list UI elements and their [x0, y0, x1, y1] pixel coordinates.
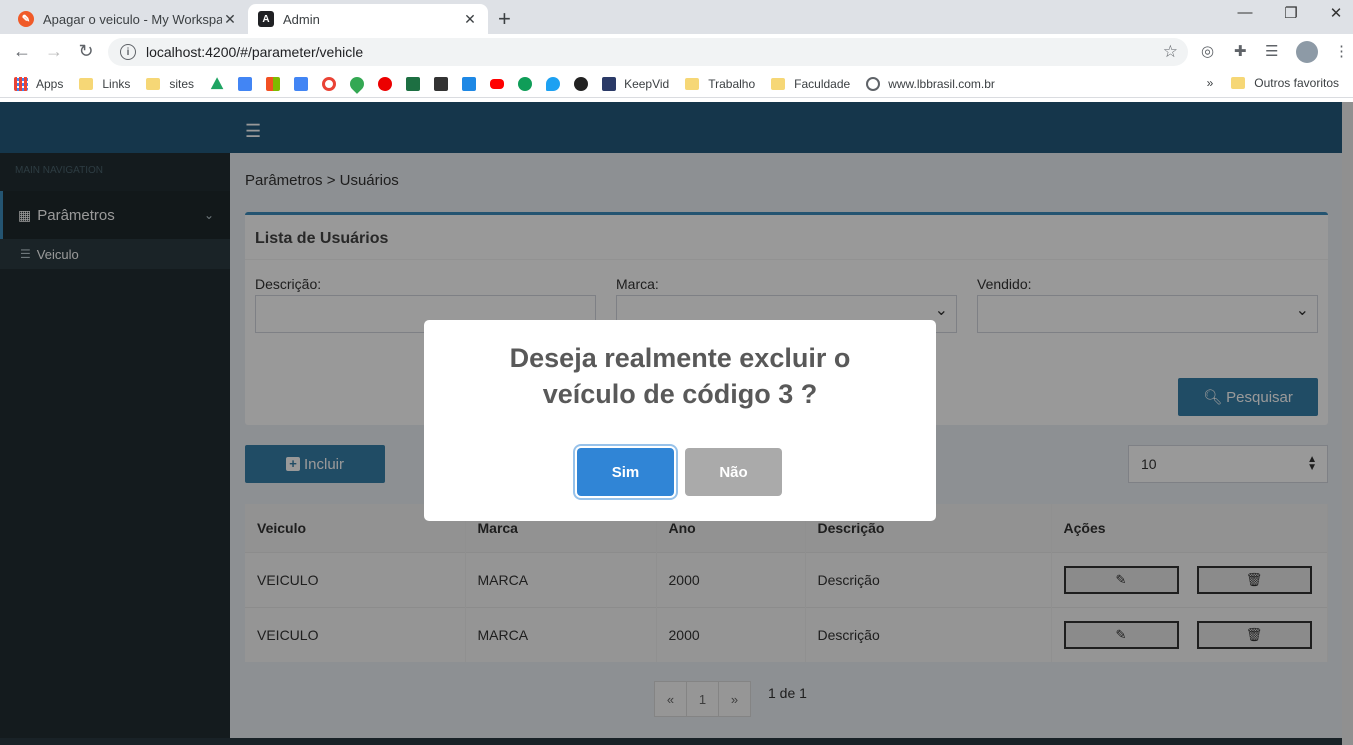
angular-icon: A [258, 11, 274, 27]
bookmark-star-icon[interactable]: ☆ [1163, 42, 1178, 62]
browser-tab-admin[interactable]: A Admin ✕ [248, 4, 488, 34]
santander-icon [378, 76, 393, 91]
bookmark-label: KeepVid [624, 76, 670, 91]
browser-toolbar: ← → ↻ i localhost:4200/#/parameter/vehic… [0, 34, 1353, 70]
bookmark-label: Apps [36, 76, 64, 91]
back-button[interactable]: ← [10, 41, 34, 62]
restore-button[interactable]: ❐ [1276, 4, 1306, 22]
bookmark-excel[interactable] [406, 76, 421, 91]
site-info-icon[interactable]: i [120, 44, 136, 60]
bookmark-label: Links [102, 76, 131, 91]
confirm-dialog: Deseja realmente excluir o veículo de có… [424, 320, 936, 521]
folder-icon [146, 77, 161, 90]
folder-icon [1231, 77, 1246, 89]
bookmark-microsoft[interactable] [266, 76, 281, 91]
maps-icon [347, 73, 367, 94]
number-icon [518, 76, 533, 91]
bookmark-google[interactable] [322, 76, 337, 91]
globe-icon [866, 76, 881, 91]
confirm-button[interactable]: Sim [577, 448, 674, 496]
bookmark-maps[interactable] [347, 73, 367, 94]
url-text: localhost:4200/#/parameter/vehicle [146, 44, 364, 60]
close-window-button[interactable]: ✕ [1321, 4, 1351, 22]
apps-grid-icon [14, 76, 28, 91]
google-drive-icon [210, 77, 224, 90]
postman-icon: ✎ [18, 11, 34, 27]
keepvid-icon [602, 76, 617, 91]
folder-icon [79, 77, 94, 90]
close-icon[interactable]: ✕ [222, 11, 238, 28]
profile-avatar[interactable] [1296, 41, 1318, 63]
bookmark-xd[interactable] [434, 76, 449, 91]
cancel-button[interactable]: Não [685, 448, 782, 496]
bookmarks-bar: Apps Links sites KeepVid Trabalho Faculd… [0, 70, 1353, 98]
bookmark-calendar[interactable] [238, 76, 253, 91]
puzzle-icon[interactable]: ✚ [1234, 42, 1247, 60]
browser-tab-workspace[interactable]: ✎ Apagar o veiculo - My Workspace ✕ [8, 4, 248, 34]
excel-icon [406, 76, 421, 91]
bookmark-youtube[interactable] [490, 78, 505, 89]
bookmark-label: Faculdade [794, 76, 851, 91]
bookmark-label: Trabalho [708, 76, 756, 91]
reload-button[interactable]: ↻ [74, 41, 98, 62]
bookmark-g[interactable] [462, 76, 477, 91]
folder-icon [685, 77, 700, 90]
xd-icon [434, 76, 449, 91]
tab-title: Admin [283, 11, 320, 27]
g-icon [462, 76, 477, 91]
bookmark-label: www.lbbrasil.com.br [888, 76, 995, 91]
youtube-icon [490, 78, 505, 89]
forward-button[interactable]: → [42, 41, 66, 62]
bookmarks-overflow: » Outros favoritos [1207, 76, 1339, 90]
bookmark-links[interactable]: Links [79, 77, 130, 91]
translate-icon [294, 76, 309, 91]
other-bookmarks-button[interactable]: Outros favoritos [1254, 76, 1339, 90]
new-tab-button[interactable]: + [498, 6, 511, 32]
media-icon[interactable]: ☰ [1265, 42, 1278, 60]
bookmark-faculdade[interactable]: Faculdade [771, 77, 850, 91]
bookmark-drive[interactable] [210, 77, 224, 91]
browser-tab-strip: ✎ Apagar o veiculo - My Workspace ✕ A Ad… [0, 0, 1353, 34]
dialog-title: Deseja realmente excluir o veículo de có… [509, 343, 851, 409]
calendar-icon [238, 76, 253, 91]
google-icon [322, 76, 337, 91]
twitter-icon [546, 76, 561, 91]
more-bookmarks-button[interactable]: » [1207, 76, 1214, 90]
linkedin-icon [574, 76, 589, 91]
bookmark-lbbrasil[interactable]: www.lbbrasil.com.br [866, 76, 995, 91]
bookmark-trabalho[interactable]: Trabalho [685, 77, 755, 91]
address-bar[interactable]: i localhost:4200/#/parameter/vehicle ☆ [108, 38, 1188, 66]
bookmark-santander[interactable] [378, 76, 393, 91]
bookmark-translate[interactable] [294, 76, 309, 91]
bookmark-sites[interactable]: sites [146, 77, 194, 91]
microsoft-icon [266, 76, 281, 91]
minimize-button[interactable]: — [1230, 4, 1260, 21]
close-icon[interactable]: ✕ [462, 11, 478, 28]
bookmark-number[interactable] [518, 76, 533, 91]
tab-title: Apagar o veiculo - My Workspace [43, 11, 222, 27]
bookmark-twitter[interactable] [546, 76, 561, 91]
menu-dots-icon[interactable]: ⋮ [1334, 42, 1349, 60]
bookmark-keepvid[interactable]: KeepVid [602, 76, 670, 91]
bookmark-apps[interactable]: Apps [14, 76, 64, 91]
bookmark-linkedin[interactable] [574, 76, 589, 91]
extension-icon[interactable]: ◎ [1201, 42, 1214, 60]
folder-icon [771, 77, 786, 90]
bookmark-label: sites [169, 76, 195, 91]
